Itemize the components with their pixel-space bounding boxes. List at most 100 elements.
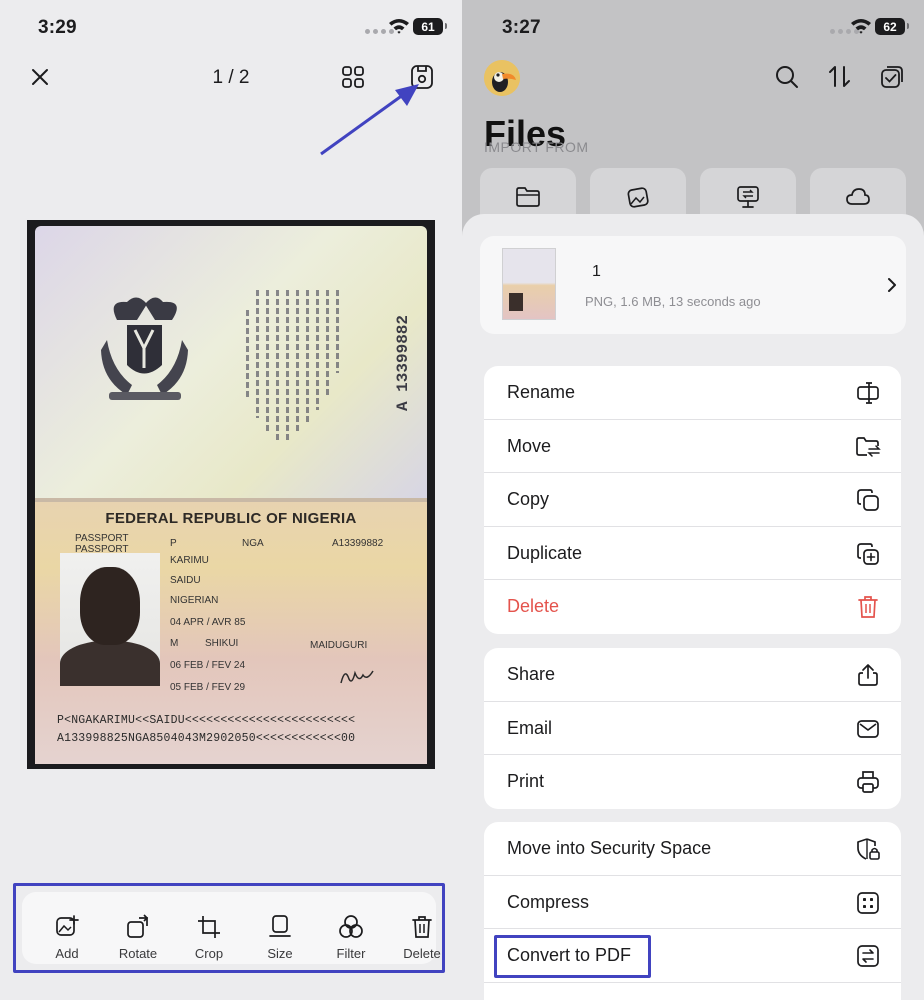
rotate-button[interactable]: Rotate: [108, 914, 168, 961]
menu-item-duplicate[interactable]: Duplicate: [484, 527, 901, 581]
menu-item-rename[interactable]: Rename: [484, 366, 901, 420]
files-panel: 3:27 62 Files IMPORT FROM 1 PNG, 1.6 MB,…: [462, 0, 924, 1000]
passport-vertical-number: A 13399882: [394, 315, 412, 412]
share-icon: [858, 664, 878, 686]
copy-icon: [857, 489, 879, 512]
menu-item-partial[interactable]: [484, 983, 901, 1000]
trash-icon: [412, 916, 432, 938]
passport-mrz-line-1: P<NGAKARIMU<<SAIDU<<<<<<<<<<<<<<<<<<<<<<…: [57, 714, 356, 727]
menu-item-label: Print: [507, 771, 545, 792]
scan-editor-panel: 3:29 61 1 / 2 A 13399882 FEDERAL REPUBLI…: [0, 0, 462, 1000]
passport-dob: 04 APR / AVR 85: [170, 617, 246, 628]
file-thumbnail: [502, 248, 556, 320]
trash-icon: [858, 596, 878, 619]
menu-item-label: Move into Security Space: [507, 838, 712, 858]
filter-icon: [339, 915, 363, 938]
menu-item-label: Convert to PDF: [507, 945, 632, 966]
menu-item-label: Compress: [507, 891, 590, 912]
search-icon[interactable]: [774, 64, 800, 90]
rename-icon: [857, 382, 879, 404]
crop-button[interactable]: Crop: [179, 914, 239, 961]
scanned-passport: A 13399882 FEDERAL REPUBLIC OF NIGERIA P…: [27, 220, 435, 769]
select-checkbox-icon[interactable]: [879, 64, 905, 90]
crop-icon: [198, 916, 220, 938]
rotate-label: Rotate: [118, 946, 158, 961]
shield-lock-icon: [857, 838, 880, 860]
computer-transfer-icon: [737, 186, 759, 208]
printer-icon: [857, 771, 879, 794]
menu-item-copy[interactable]: Copy: [484, 473, 901, 527]
passport-photo: [60, 553, 160, 686]
file-meta: PNG, 1.6 MB, 13 seconds ago: [585, 294, 761, 309]
compress-icon: [857, 891, 879, 914]
filter-label: Filter: [336, 946, 366, 961]
share-actions-group: Share Email Print: [484, 648, 901, 809]
passport-country: FEDERAL REPUBLIC OF NIGERIA: [105, 510, 357, 527]
file-info-card[interactable]: 1 PNG, 1.6 MB, 13 seconds ago: [480, 236, 906, 334]
status-time: 3:29: [38, 17, 77, 38]
sort-icon[interactable]: [827, 64, 853, 90]
menu-item-compress[interactable]: Compress: [484, 876, 901, 930]
menu-item-label: Delete: [507, 596, 560, 617]
passport-expiry-date: 05 FEB / FEV 29: [170, 682, 246, 693]
passport-nationality: NIGERIAN: [170, 595, 219, 606]
signature-icon: [340, 670, 374, 684]
import-from-label: IMPORT FROM: [484, 139, 589, 155]
rotate-icon: [127, 914, 149, 938]
status-time: 3:27: [502, 17, 541, 38]
toucan-avatar-icon: [484, 60, 520, 96]
passport-issue-date: 06 FEB / FEV 24: [170, 660, 246, 671]
editor-toolbar: Add Rotate Crop Size Filter Delete: [22, 892, 441, 964]
duplicate-icon: [857, 542, 879, 565]
photos-icon: [627, 187, 649, 208]
coat-of-arms-icon: [101, 297, 188, 400]
passport-code: NGA: [242, 538, 264, 549]
email-icon: [857, 719, 879, 738]
delete-label: Delete: [403, 946, 441, 961]
file-actions-sheet: 1 PNG, 1.6 MB, 13 seconds ago Rename Mov…: [462, 214, 924, 1000]
menu-item-label: Share: [507, 664, 556, 684]
filter-button[interactable]: Filter: [321, 914, 381, 961]
menu-item-label: Duplicate: [507, 542, 583, 563]
passport-number: A13399882: [332, 538, 384, 549]
menu-item-label: Rename: [507, 382, 576, 402]
passport-place: SHIKUI: [205, 638, 239, 649]
menu-item-convert-to-pdf[interactable]: Convert to PDF: [484, 929, 901, 983]
delete-button[interactable]: Delete: [392, 914, 452, 961]
avatar[interactable]: [484, 60, 520, 96]
wifi-icon: [389, 19, 409, 34]
size-icon: [269, 915, 291, 937]
folder-icon: [516, 187, 540, 207]
menu-item-print[interactable]: Print: [484, 755, 901, 809]
passport-sex: M: [170, 638, 179, 649]
passport-mrz-line-2: A133998825NGA8504043M2902050<<<<<<<<<<<<…: [57, 732, 356, 745]
chevron-right-icon: [888, 278, 896, 292]
wifi-icon: [851, 19, 871, 34]
menu-item-share[interactable]: Share: [484, 648, 901, 702]
advanced-actions-group: Move into Security Space Compress Conver…: [484, 822, 901, 1000]
convert-icon: [857, 945, 879, 968]
cloud-icon: [846, 188, 870, 205]
status-bar: 3:27 62: [462, 0, 924, 55]
editor-toolbar-highlight: Add Rotate Crop Size Filter Delete: [13, 883, 445, 973]
passport-vertical-text: [212, 290, 372, 440]
size-label: Size: [267, 946, 293, 961]
add-image-icon: [56, 915, 79, 936]
annotation-arrow: [320, 84, 419, 156]
menu-item-email[interactable]: Email: [484, 702, 901, 756]
size-button[interactable]: Size: [250, 914, 310, 961]
crop-label: Crop: [194, 946, 224, 961]
move-folder-icon: [856, 436, 881, 457]
passport-given-names: SAIDU: [170, 575, 201, 586]
file-name: 1: [592, 263, 601, 280]
battery-indicator: 61: [413, 18, 447, 35]
add-button[interactable]: Add: [37, 914, 97, 961]
menu-item-move[interactable]: Move: [484, 420, 901, 474]
menu-item-delete[interactable]: Delete: [484, 580, 901, 634]
menu-item-label: Email: [507, 717, 553, 738]
menu-item-label: Move: [507, 435, 552, 456]
menu-item-security-space[interactable]: Move into Security Space: [484, 822, 901, 876]
passport-type: P: [170, 538, 177, 549]
passport-surname: KARIMU: [170, 555, 209, 566]
status-bar: 3:29 61: [0, 0, 462, 55]
